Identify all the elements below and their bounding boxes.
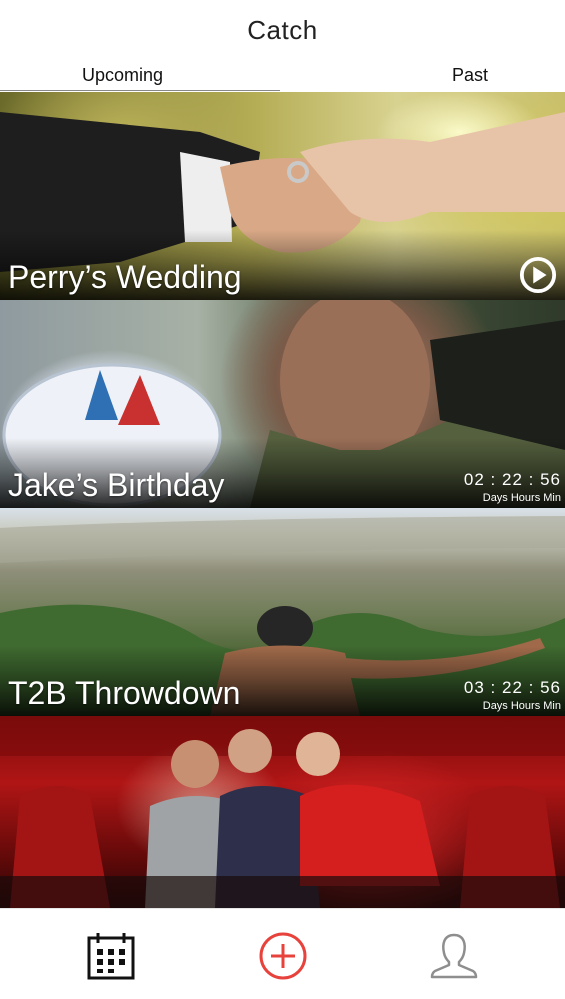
tab-bar: Upcoming Past (0, 60, 565, 92)
countdown-units: Days Hours Min (482, 492, 561, 504)
app-title: Catch (247, 14, 318, 45)
countdown-time: 02 : 22 : 56 (463, 470, 561, 489)
event-feed[interactable]: Perry’s Wedding Jake’s Birthday 02 : 22 … (0, 92, 565, 908)
add-event-icon[interactable] (256, 929, 310, 983)
event-countdown: 02 : 22 : 56 Days Hours Min (464, 470, 561, 504)
event-title: Perry’s Wedding (8, 259, 242, 295)
event-countdown: 03 : 22 : 56 Days Hours Min (464, 678, 561, 712)
bottom-nav-bar (0, 908, 565, 999)
active-tab-indicator (0, 90, 280, 91)
event-title: T2B Throwdown (8, 675, 241, 711)
event-card-t2b-throwdown[interactable]: T2B Throwdown 03 : 22 : 56 Days Hours Mi… (0, 508, 565, 716)
event-card-jakes-birthday[interactable]: Jake’s Birthday 02 : 22 : 56 Days Hours … (0, 300, 565, 508)
event-card-perrys-wedding[interactable]: Perry’s Wedding (0, 92, 565, 300)
profile-icon[interactable] (427, 929, 481, 983)
countdown-time: 03 : 22 : 56 (463, 678, 561, 697)
party-group-illustration (0, 716, 565, 908)
event-card-party[interactable] (0, 716, 565, 908)
tab-upcoming[interactable]: Upcoming (0, 60, 245, 91)
play-icon[interactable] (519, 256, 557, 294)
app-header: Catch (0, 0, 565, 60)
countdown-units: Days Hours Min (482, 700, 561, 712)
tab-past[interactable]: Past (380, 60, 560, 91)
event-title: Jake’s Birthday (8, 467, 225, 503)
calendar-icon[interactable] (84, 929, 138, 983)
